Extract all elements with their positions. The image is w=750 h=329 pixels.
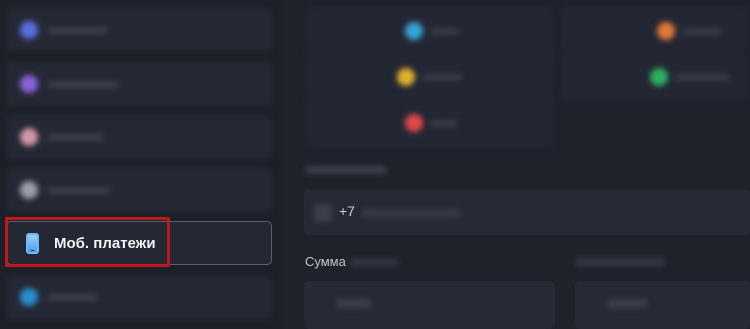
phone-number-placeholder (361, 209, 461, 217)
phone-number-input[interactable]: +7 (304, 190, 750, 235)
category-icon (20, 288, 38, 306)
operator-logo-icon (397, 68, 415, 86)
sidebar-item-blurred-4[interactable] (6, 168, 272, 212)
sidebar-item-label-placeholder (48, 187, 110, 194)
operator-logo-icon (405, 114, 423, 132)
category-icon (20, 128, 38, 146)
operator-card[interactable] (560, 52, 750, 102)
operator-card[interactable] (305, 52, 555, 102)
sidebar-item-blurred-3[interactable] (6, 115, 272, 159)
phone-prefix: +7 (339, 203, 355, 219)
category-icon (20, 21, 38, 39)
sidebar-item-blurred-5[interactable] (6, 275, 272, 319)
secondary-value-placeholder (607, 299, 647, 308)
category-icon (20, 181, 38, 199)
secondary-label-placeholder (575, 258, 665, 266)
operator-logo-icon (650, 68, 668, 86)
secondary-amount-input[interactable] (575, 281, 750, 329)
amount-value-placeholder (336, 299, 372, 308)
sidebar-item-label-placeholder (48, 134, 103, 141)
operator-name-placeholder (430, 120, 458, 127)
sidebar-item-label-placeholder (48, 294, 98, 301)
operator-name-placeholder (675, 74, 730, 81)
sidebar-item-blurred-2[interactable] (6, 62, 272, 106)
amount-label: Сумма (305, 254, 346, 269)
highlight-box (5, 217, 170, 267)
sidebar-item-label-placeholder (48, 81, 118, 88)
operator-card[interactable] (305, 98, 555, 148)
amount-input[interactable] (304, 281, 555, 329)
category-icon (20, 75, 38, 93)
phone-section-label-placeholder (305, 166, 387, 174)
operator-card[interactable] (560, 6, 750, 56)
sidebar-item-blurred-1[interactable] (6, 8, 272, 52)
country-flag-icon (314, 204, 332, 222)
operator-name-placeholder (430, 28, 460, 35)
sidebar-item-label-placeholder (48, 27, 108, 34)
operator-name-placeholder (682, 28, 722, 35)
payment-category-sidebar: Моб. платежи (0, 0, 282, 329)
operator-card[interactable] (305, 6, 555, 56)
operator-logo-icon (657, 22, 675, 40)
operator-logo-icon (405, 22, 423, 40)
operator-name-placeholder (422, 74, 462, 81)
amount-label-suffix-placeholder (350, 259, 398, 266)
